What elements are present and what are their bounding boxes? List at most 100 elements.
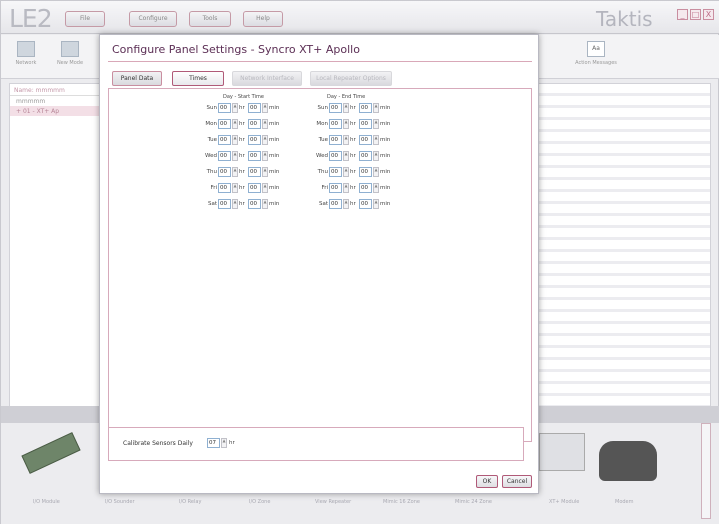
- ok-button[interactable]: OK: [476, 475, 498, 488]
- end-hour-mon-spinner[interactable]: ▲: [343, 119, 349, 129]
- minimize-button[interactable]: _: [677, 9, 688, 20]
- start-min-thu-spinner[interactable]: ▲: [262, 167, 268, 177]
- menu-file[interactable]: File: [65, 11, 105, 27]
- palette-scrollbar[interactable]: [701, 423, 711, 519]
- start-min-sun-spinner[interactable]: ▲: [262, 103, 268, 113]
- hr-unit: hr: [239, 105, 245, 111]
- end-min-sat-spinner[interactable]: ▲: [373, 199, 379, 209]
- hr-unit: hr: [350, 169, 356, 175]
- start-hour-wed-spinner[interactable]: ▲: [232, 151, 238, 161]
- expand-icon[interactable]: +: [16, 108, 21, 115]
- tab-panel-data[interactable]: Panel Data: [112, 71, 162, 86]
- palette-view-repeater[interactable]: View Repeater: [315, 499, 351, 505]
- start-hour-mon[interactable]: 00: [218, 119, 231, 129]
- start-hour-fri-spinner[interactable]: ▲: [232, 183, 238, 193]
- end-hour-sat-spinner[interactable]: ▲: [343, 199, 349, 209]
- start-hour-mon-spinner[interactable]: ▲: [232, 119, 238, 129]
- palette-mimic-16[interactable]: Mimic 16 Zone: [383, 499, 420, 505]
- start-hour-thu[interactable]: 00: [218, 167, 231, 177]
- palette-io-zone[interactable]: I/O Zone: [249, 499, 270, 505]
- start-hour-tue[interactable]: 00: [218, 135, 231, 145]
- day-label: Mon: [205, 121, 217, 127]
- tab-times[interactable]: Times: [172, 71, 224, 86]
- action-messages-label: Action Messages: [575, 60, 617, 66]
- end-min-sat[interactable]: 00: [359, 199, 372, 209]
- end-hour-thu-spinner[interactable]: ▲: [343, 167, 349, 177]
- end-min-mon-spinner[interactable]: ▲: [373, 119, 379, 129]
- new-mode-icon: [61, 41, 79, 57]
- calibrate-section: Calibrate Sensors Daily 07 ▲ hr: [108, 427, 524, 461]
- start-hour-thu-spinner[interactable]: ▲: [232, 167, 238, 177]
- network-tree-panel: Name: mmmmm mmmmm + 01 - XT+ Ap: [9, 83, 101, 413]
- end-min-fri-spinner[interactable]: ▲: [373, 183, 379, 193]
- cancel-button[interactable]: Cancel: [502, 475, 532, 488]
- menu-tools[interactable]: Tools: [189, 11, 231, 27]
- end-hour-tue[interactable]: 00: [329, 135, 342, 145]
- start-min-tue-spinner[interactable]: ▲: [262, 135, 268, 145]
- start-hour-wed[interactable]: 00: [218, 151, 231, 161]
- end-min-thu[interactable]: 00: [359, 167, 372, 177]
- start-min-sun[interactable]: 00: [248, 103, 261, 113]
- start-row-mon: Mon 00 ▲ hr 00 ▲ min: [191, 119, 301, 130]
- start-min-thu[interactable]: 00: [248, 167, 261, 177]
- palette-io-module[interactable]: I/O Module: [33, 499, 60, 505]
- end-min-sun-spinner[interactable]: ▲: [373, 103, 379, 113]
- start-min-wed-spinner[interactable]: ▲: [262, 151, 268, 161]
- start-row-fri: Fri 00 ▲ hr 00 ▲ min: [191, 183, 301, 194]
- start-hour-sun[interactable]: 00: [218, 103, 231, 113]
- palette-mimic-24[interactable]: Mimic 24 Zone: [455, 499, 492, 505]
- end-min-wed[interactable]: 00: [359, 151, 372, 161]
- end-row-fri: Fri 00 ▲ hr 00 ▲ min: [302, 183, 412, 194]
- action-messages-tool[interactable]: Aa Action Messages: [561, 39, 631, 75]
- end-min-mon[interactable]: 00: [359, 119, 372, 129]
- end-row-mon: Mon 00 ▲ hr 00 ▲ min: [302, 119, 412, 130]
- menu-configure[interactable]: Configure: [129, 11, 177, 27]
- start-min-fri[interactable]: 00: [248, 183, 261, 193]
- end-hour-fri-spinner[interactable]: ▲: [343, 183, 349, 193]
- end-hour-sun-spinner[interactable]: ▲: [343, 103, 349, 113]
- calibrate-hour-input[interactable]: 07: [207, 438, 220, 448]
- calibrate-hour-spinner[interactable]: ▲: [221, 438, 227, 448]
- aa-icon: Aa: [587, 41, 605, 57]
- start-min-fri-spinner[interactable]: ▲: [262, 183, 268, 193]
- end-hour-fri[interactable]: 00: [329, 183, 342, 193]
- min-unit: min: [380, 153, 391, 159]
- close-button[interactable]: X: [703, 9, 714, 20]
- end-min-sun[interactable]: 00: [359, 103, 372, 113]
- end-hour-sun[interactable]: 00: [329, 103, 342, 113]
- start-min-tue[interactable]: 00: [248, 135, 261, 145]
- maximize-button[interactable]: □: [690, 9, 701, 20]
- end-hour-thu[interactable]: 00: [329, 167, 342, 177]
- end-hour-wed[interactable]: 00: [329, 151, 342, 161]
- end-min-tue-spinner[interactable]: ▲: [373, 135, 379, 145]
- end-hour-tue-spinner[interactable]: ▲: [343, 135, 349, 145]
- start-min-wed[interactable]: 00: [248, 151, 261, 161]
- calibrate-unit: hr: [229, 440, 235, 446]
- network-tool[interactable]: Network: [5, 39, 47, 75]
- end-min-wed-spinner[interactable]: ▲: [373, 151, 379, 161]
- tree-panel-item[interactable]: + 01 - XT+ Ap: [10, 106, 100, 116]
- end-hour-wed-spinner[interactable]: ▲: [343, 151, 349, 161]
- palette-io-relay[interactable]: I/O Relay: [179, 499, 201, 505]
- start-hour-tue-spinner[interactable]: ▲: [232, 135, 238, 145]
- palette-modem[interactable]: Modem: [615, 499, 634, 505]
- start-min-sat[interactable]: 00: [248, 199, 261, 209]
- start-min-sat-spinner[interactable]: ▲: [262, 199, 268, 209]
- end-min-thu-spinner[interactable]: ▲: [373, 167, 379, 177]
- palette-io-sounder[interactable]: I/O Sounder: [105, 499, 135, 505]
- start-min-mon-spinner[interactable]: ▲: [262, 119, 268, 129]
- end-hour-sat[interactable]: 00: [329, 199, 342, 209]
- menu-help[interactable]: Help: [243, 11, 283, 27]
- start-hour-fri[interactable]: 00: [218, 183, 231, 193]
- start-hour-sat-spinner[interactable]: ▲: [232, 199, 238, 209]
- end-hour-mon[interactable]: 00: [329, 119, 342, 129]
- network-icon: [17, 41, 35, 57]
- end-min-tue[interactable]: 00: [359, 135, 372, 145]
- end-min-fri[interactable]: 00: [359, 183, 372, 193]
- palette-xt-module[interactable]: XT+ Module: [549, 499, 579, 505]
- start-hour-sat[interactable]: 00: [218, 199, 231, 209]
- start-min-mon[interactable]: 00: [248, 119, 261, 129]
- new-mode-tool[interactable]: New Mode: [49, 39, 91, 75]
- tree-root-item[interactable]: mmmmm: [10, 96, 100, 106]
- start-hour-sun-spinner[interactable]: ▲: [232, 103, 238, 113]
